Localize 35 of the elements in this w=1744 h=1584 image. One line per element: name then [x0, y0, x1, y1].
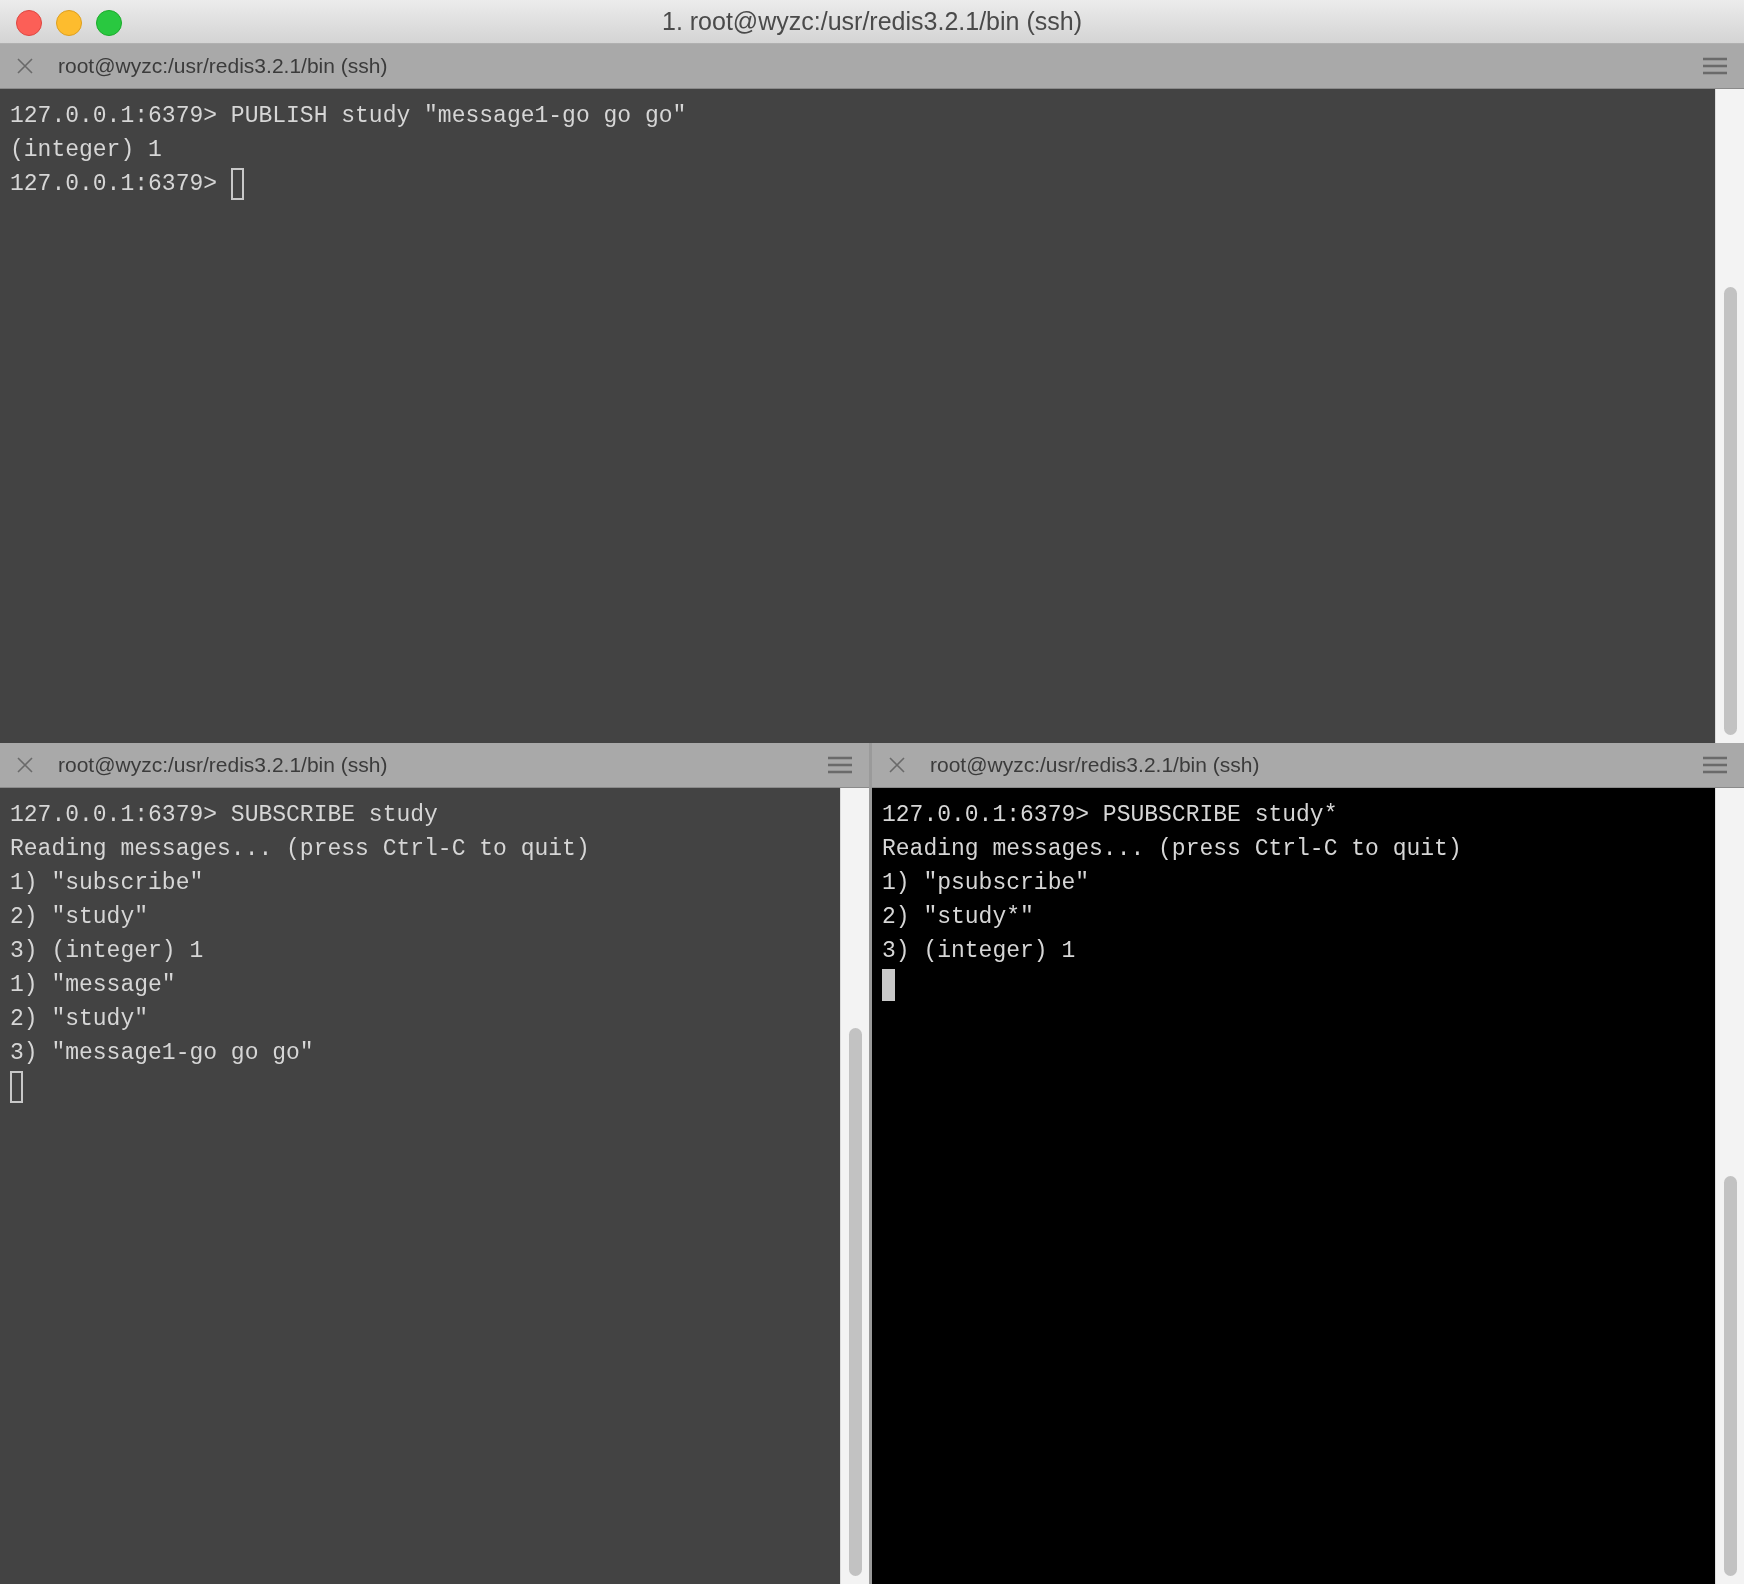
- close-icon[interactable]: [16, 756, 34, 774]
- scrollbar[interactable]: [1715, 89, 1744, 743]
- close-icon[interactable]: [888, 756, 906, 774]
- zoom-window-button[interactable]: [96, 10, 122, 36]
- terminal-line: (integer) 1: [10, 136, 163, 165]
- terminal-line: 127.0.0.1:6379> PUBLISH study "message1-go go go": [10, 102, 688, 131]
- terminal-line: 3) "message1-go go go": [10, 1039, 315, 1068]
- minimize-window-button[interactable]: [56, 10, 82, 36]
- close-window-button[interactable]: [16, 10, 42, 36]
- terminal-line: 127.0.0.1:6379> PSUBSCRIBE study*: [882, 801, 1339, 830]
- terminal-prompt: 127.0.0.1:6379>: [10, 170, 218, 199]
- terminal-line: 3) (integer) 1: [882, 937, 1077, 966]
- terminal-line: 127.0.0.1:6379> SUBSCRIBE study: [10, 801, 439, 830]
- terminal-line: 1) "subscribe": [10, 869, 205, 898]
- menu-icon[interactable]: [827, 756, 853, 774]
- pane-title: root@wyzc:/usr/redis3.2.1/bin (ssh): [930, 752, 1260, 779]
- scrollbar[interactable]: [840, 788, 869, 1584]
- terminal-line: 3) (integer) 1: [10, 937, 205, 966]
- pane-title: root@wyzc:/usr/redis3.2.1/bin (ssh): [58, 53, 388, 80]
- window-title: 1. root@wyzc:/usr/redis3.2.1/bin (ssh): [662, 5, 1082, 37]
- scrollbar-thumb[interactable]: [1724, 1176, 1737, 1576]
- terminal-line: 2) "study": [10, 903, 150, 932]
- close-icon[interactable]: [16, 57, 34, 75]
- scrollbar[interactable]: [1715, 788, 1744, 1584]
- terminal-line: 2) "study*": [882, 903, 1035, 932]
- scrollbar-thumb[interactable]: [849, 1028, 862, 1576]
- pane-title: root@wyzc:/usr/redis3.2.1/bin (ssh): [58, 752, 388, 779]
- terminal-line: 1) "message": [10, 971, 177, 1000]
- terminal-line: Reading messages... (press Ctrl-C to quit): [882, 835, 1463, 864]
- terminal-line: Reading messages... (press Ctrl-C to quit): [10, 835, 591, 864]
- terminal-line: 2) "study": [10, 1005, 150, 1034]
- menu-icon[interactable]: [1702, 57, 1728, 75]
- menu-icon[interactable]: [1702, 756, 1728, 774]
- scrollbar-thumb[interactable]: [1724, 287, 1737, 735]
- terminal-line: 1) "psubscribe": [882, 869, 1091, 898]
